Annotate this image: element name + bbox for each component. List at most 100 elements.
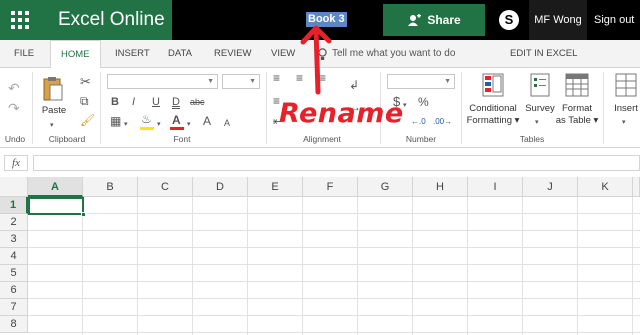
column-header[interactable]: G xyxy=(358,177,413,197)
group-label-undo: Undo xyxy=(4,134,26,144)
conditional-formatting-label-line1[interactable]: Conditional xyxy=(466,103,520,115)
share-button[interactable]: Share xyxy=(383,4,485,36)
cut-icon[interactable]: ✂ xyxy=(80,75,91,88)
undo-icon[interactable]: ↶ xyxy=(8,81,20,95)
align-bottom-icon[interactable]: ≡ xyxy=(319,72,326,85)
underline-button[interactable]: U xyxy=(152,96,160,109)
font-color-dropdown-icon[interactable]: ▾ xyxy=(187,118,191,131)
bold-button[interactable]: B xyxy=(111,96,119,109)
active-cell[interactable] xyxy=(28,197,86,217)
font-size-dropdown[interactable]: ▼ xyxy=(222,74,260,89)
survey-icon[interactable] xyxy=(529,73,551,97)
cell-area[interactable] xyxy=(28,197,640,335)
strikethrough-button[interactable]: abc xyxy=(190,96,205,109)
tell-me-search[interactable]: Tell me what you want to do xyxy=(318,40,455,68)
survey-dropdown-icon[interactable]: ▾ xyxy=(535,116,539,129)
column-header[interactable]: B xyxy=(83,177,138,197)
group-label-clipboard: Clipboard xyxy=(48,134,86,144)
formula-input[interactable] xyxy=(33,155,640,171)
add-person-icon xyxy=(408,13,422,26)
insert-label[interactable]: Insert xyxy=(612,103,640,115)
row-header[interactable]: 8 xyxy=(0,316,28,333)
group-label-tables: Tables xyxy=(519,134,545,144)
paste-label[interactable]: Paste xyxy=(40,105,68,117)
font-color-icon[interactable]: A xyxy=(172,114,181,127)
fill-color-icon[interactable]: ♨ xyxy=(141,113,152,126)
format-as-table-label-line1[interactable]: Format xyxy=(555,103,599,115)
redo-icon[interactable]: ↷ xyxy=(8,101,20,115)
increase-font-size-button[interactable]: A xyxy=(203,115,211,128)
select-all-corner[interactable] xyxy=(0,177,28,197)
skype-icon[interactable]: S xyxy=(499,10,519,30)
spreadsheet-grid: A B C D E F G H I J K 1 2 3 4 5 6 7 8 xyxy=(0,177,640,335)
ribbon-tabs: FILE HOME INSERT DATA REVIEW VIEW Tell m… xyxy=(0,40,640,69)
conditional-formatting-label-line2[interactable]: Formatting ▾ xyxy=(466,115,520,127)
tab-data[interactable]: DATA xyxy=(168,40,192,68)
decrease-decimal-icon[interactable]: .00→ xyxy=(433,115,452,128)
edit-in-excel-button[interactable]: EDIT IN EXCEL xyxy=(510,40,577,68)
row-header[interactable]: 3 xyxy=(0,231,28,248)
sign-out-link[interactable]: Sign out xyxy=(594,0,634,40)
divider xyxy=(32,72,33,144)
column-header[interactable]: E xyxy=(248,177,303,197)
divider xyxy=(603,72,604,144)
row-header[interactable]: 4 xyxy=(0,248,28,265)
fill-color-dropdown-icon[interactable]: ▾ xyxy=(157,118,161,131)
row-header[interactable]: 2 xyxy=(0,214,28,231)
decrease-font-size-button[interactable]: A xyxy=(224,117,230,130)
group-label-alignment: Alignment xyxy=(303,134,341,144)
align-top-icon[interactable]: ≡ xyxy=(273,72,280,85)
tab-file[interactable]: FILE xyxy=(14,40,34,68)
user-name[interactable]: MF Wong xyxy=(529,0,587,40)
format-painter-icon[interactable]: 🖌 xyxy=(80,114,95,127)
increase-decimal-icon[interactable]: ←.0 xyxy=(411,115,426,128)
tab-home[interactable]: HOME xyxy=(50,40,101,69)
app-launcher-icon[interactable] xyxy=(0,0,40,40)
app-name[interactable]: Excel Online xyxy=(40,0,172,40)
fill-handle[interactable] xyxy=(81,212,86,217)
group-label-number: Number xyxy=(405,134,437,144)
conditional-formatting-icon[interactable] xyxy=(482,73,504,97)
column-header[interactable]: J xyxy=(523,177,578,197)
italic-button[interactable]: I xyxy=(132,96,135,109)
tab-insert[interactable]: INSERT xyxy=(115,40,150,68)
paste-dropdown-icon[interactable]: ▾ xyxy=(50,119,54,132)
group-label-font: Font xyxy=(173,134,191,144)
insert-dropdown-icon[interactable]: ▾ xyxy=(622,116,626,129)
row-header[interactable]: 1 xyxy=(0,197,28,214)
document-title[interactable]: Book 3 xyxy=(306,12,347,27)
borders-icon[interactable]: ▦ xyxy=(110,115,121,128)
column-header[interactable]: F xyxy=(303,177,358,197)
column-header[interactable]: H xyxy=(413,177,468,197)
column-header[interactable]: I xyxy=(468,177,523,197)
row-header[interactable]: 5 xyxy=(0,265,28,282)
borders-dropdown-icon[interactable]: ▾ xyxy=(124,118,128,131)
tab-review[interactable]: REVIEW xyxy=(214,40,251,68)
number-format-dropdown[interactable]: ▼ xyxy=(387,74,455,89)
column-header[interactable]: K xyxy=(578,177,633,197)
font-name-dropdown[interactable]: ▼ xyxy=(107,74,218,89)
fill-color-swatch xyxy=(140,127,154,130)
copy-icon[interactable]: ⧉ xyxy=(80,95,89,108)
column-header[interactable]: D xyxy=(193,177,248,197)
function-icon[interactable]: fx xyxy=(4,155,28,171)
column-header[interactable] xyxy=(633,177,640,197)
column-header[interactable]: C xyxy=(138,177,193,197)
formula-bar: fx xyxy=(0,153,640,173)
paste-icon[interactable] xyxy=(42,76,64,102)
column-header[interactable]: A xyxy=(28,177,83,197)
align-middle-icon[interactable]: ≡ xyxy=(296,72,303,85)
row-header[interactable]: 7 xyxy=(0,299,28,316)
format-as-table-label-line2[interactable]: as Table ▾ xyxy=(555,115,599,127)
double-underline-button[interactable]: D xyxy=(172,96,180,109)
tab-view[interactable]: VIEW xyxy=(271,40,295,68)
format-as-table-icon[interactable] xyxy=(565,73,589,97)
wrap-text-icon[interactable]: ↲ xyxy=(349,79,359,92)
tell-me-label: Tell me what you want to do xyxy=(332,48,456,59)
percent-button[interactable]: % xyxy=(418,96,429,109)
insert-cells-icon[interactable] xyxy=(615,73,637,97)
divider xyxy=(100,72,101,144)
row-header[interactable]: 6 xyxy=(0,282,28,299)
title-bar: Excel Online Book 3 Share S MF Wong Sign… xyxy=(0,0,640,40)
survey-label[interactable]: Survey xyxy=(522,103,558,115)
